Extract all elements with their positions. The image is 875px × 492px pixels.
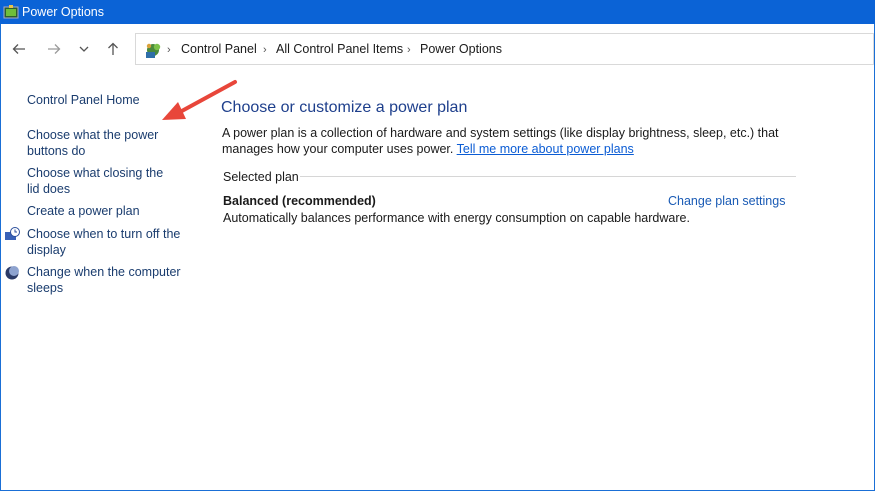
back-button[interactable] [7,38,31,60]
sidebar-item-power-buttons[interactable]: Choose what the power buttons do [27,128,167,159]
title-bar: Power Options [0,0,875,24]
breadcrumb-separator: › [263,44,267,56]
up-arrow-icon [108,42,118,55]
breadcrumb-separator: › [167,44,171,56]
change-plan-settings-link[interactable]: Change plan settings [668,194,785,208]
sidebar-item-computer-sleeps[interactable]: Change when the computer sleeps [27,265,187,296]
sidebar-item-turn-off-display[interactable]: Choose when to turn off the display [27,227,187,258]
moon-sleep-icon [5,266,19,280]
window-title: Power Options [22,5,104,19]
learn-more-link[interactable]: Tell me more about power plans [457,142,634,156]
forward-arrow-icon [48,44,61,54]
sidebar-item-create-power-plan[interactable]: Create a power plan [27,204,140,220]
power-options-app-icon [3,5,19,19]
plan-description: Automatically balances performance with … [223,211,690,225]
sidebar-item-closing-lid[interactable]: Choose what closing the lid does [27,166,177,197]
page-description: A power plan is a collection of hardware… [222,125,822,157]
breadcrumb-power-options[interactable]: Power Options [420,42,502,56]
back-arrow-icon [12,44,25,54]
page-title: Choose or customize a power plan [221,99,468,116]
selected-plan-label: Selected plan [223,170,299,184]
up-button[interactable] [101,38,125,60]
breadcrumb-all-items[interactable]: All Control Panel Items [276,42,403,56]
recent-locations-button[interactable] [72,38,96,60]
forward-button[interactable] [42,38,66,60]
sidebar-item-control-panel-home[interactable]: Control Panel Home [27,93,140,109]
breadcrumb-separator: › [407,44,411,56]
display-clock-icon [5,227,20,240]
chevron-down-icon [79,46,89,52]
breadcrumb-control-panel[interactable]: Control Panel [181,42,257,56]
address-bar[interactable]: › Control Panel › All Control Panel Item… [135,33,874,65]
control-panel-icon [146,43,161,58]
section-divider [300,176,796,177]
plan-name: Balanced (recommended) [223,194,376,208]
